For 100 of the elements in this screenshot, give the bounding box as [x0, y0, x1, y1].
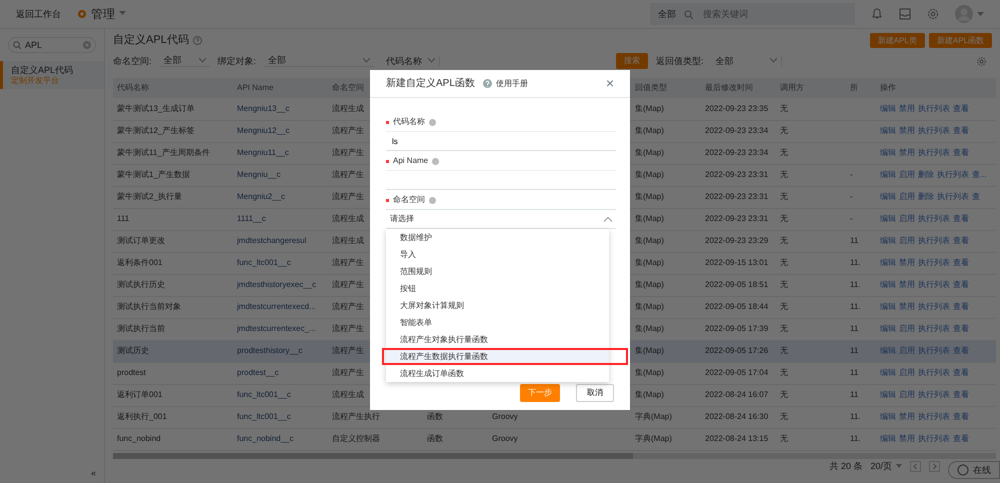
action-link[interactable]: 编辑 [880, 368, 896, 378]
action-link[interactable]: 启用 [899, 192, 915, 202]
action-link[interactable]: 执行列表 [918, 280, 950, 290]
cancel-button[interactable]: 取消 [576, 384, 614, 402]
dropdown-option[interactable]: 范围规则 [386, 263, 609, 280]
action-link[interactable]: 启用 [899, 368, 915, 378]
action-link[interactable]: 查看 [953, 434, 969, 444]
action-link[interactable]: 编辑 [880, 236, 896, 246]
action-link[interactable]: 执行列表 [918, 214, 950, 224]
action-link[interactable]: 启用 [899, 346, 915, 356]
action-link[interactable]: 禁用 [899, 104, 915, 113]
action-link[interactable]: 执行列表 [918, 236, 950, 246]
action-link[interactable]: 执行列表 [918, 258, 950, 268]
action-link[interactable]: 执行列表 [937, 170, 969, 180]
page-size-select[interactable]: 20/页 [870, 460, 902, 472]
action-link[interactable]: 禁用 [899, 280, 915, 290]
sidebar-search-field[interactable]: APL [8, 37, 96, 53]
inbox-icon[interactable] [899, 8, 911, 20]
settings-icon[interactable] [927, 8, 939, 20]
action-link[interactable]: 查看 [953, 214, 969, 224]
action-link[interactable]: 编辑 [880, 148, 896, 158]
help-link[interactable]: 使用手册 [482, 78, 528, 88]
action-link[interactable]: 编辑 [880, 214, 896, 224]
dropdown-option[interactable]: 智能表单 [386, 314, 609, 331]
filter-select[interactable]: 全部 [712, 56, 782, 66]
action-link[interactable]: 编辑 [880, 192, 896, 202]
action-link[interactable]: 执行列表 [918, 434, 950, 444]
action-link[interactable]: 启用 [899, 390, 915, 400]
chat-button[interactable]: 在线 [948, 461, 1000, 479]
action-link[interactable]: 查看 [953, 280, 969, 290]
action-link[interactable]: 执行列表 [918, 148, 950, 158]
collapse-button[interactable]: « [90, 468, 96, 478]
action-link[interactable]: 查... [972, 170, 987, 180]
dropdown-option[interactable]: 流程产生对象执行量函数 [386, 331, 609, 348]
action-link[interactable]: 禁用 [899, 434, 915, 444]
action-link[interactable]: 禁用 [899, 302, 915, 312]
filter-select[interactable]: 全部 [264, 55, 374, 67]
scope-select[interactable]: 全部 [658, 8, 676, 20]
action-link[interactable]: 查看 [953, 324, 969, 334]
action-link[interactable]: 查看 [953, 346, 969, 356]
action-link[interactable]: 删除 [918, 192, 934, 202]
action-link[interactable]: 编辑 [880, 346, 896, 356]
dropdown-option[interactable]: 按钮 [386, 280, 609, 297]
action-link[interactable]: 编辑 [880, 302, 896, 312]
action-link[interactable]: 编辑 [880, 280, 896, 290]
action-link[interactable]: 编辑 [880, 434, 896, 444]
action-link[interactable]: 执行列表 [918, 412, 950, 422]
action-link[interactable]: 执行列表 [918, 390, 950, 400]
action-link[interactable]: 执行列表 [937, 192, 969, 202]
action-link[interactable]: 查看 [953, 368, 969, 378]
action-link[interactable]: 执行列表 [918, 368, 950, 378]
action-link[interactable]: 编辑 [880, 170, 896, 180]
select-field[interactable]: 请选择 [386, 209, 616, 229]
action-link[interactable]: 执行列表 [918, 324, 950, 334]
dropdown-option[interactable]: 导入 [386, 246, 609, 263]
action-link[interactable]: 查看 [953, 104, 969, 113]
action-link[interactable]: 查看 [953, 126, 969, 136]
app-menu[interactable]: 管理 [91, 6, 115, 22]
text-field[interactable]: ls [386, 131, 616, 151]
action-link[interactable]: 启用 [899, 236, 915, 246]
action-link[interactable]: 查看 [953, 236, 969, 246]
action-link[interactable]: 查看 [953, 412, 969, 422]
next-button[interactable]: 下一步 [520, 384, 560, 402]
action-link[interactable]: 执行列表 [918, 126, 950, 136]
back-link[interactable]: 返回工作台 [16, 8, 61, 20]
field-select[interactable]: 代码名称 [382, 56, 440, 66]
action-link[interactable]: 编辑 [880, 126, 896, 136]
action-link[interactable]: 启用 [899, 324, 915, 334]
action-link[interactable]: 查看 [953, 302, 969, 312]
action-link[interactable]: 查看 [953, 390, 969, 400]
action-link[interactable]: 禁用 [899, 412, 915, 422]
action-link[interactable]: 启用 [899, 170, 915, 180]
dropdown-option[interactable]: 流程生成订单函数 [386, 365, 609, 382]
action-link[interactable]: 启用 [899, 214, 915, 224]
action-link[interactable]: 编辑 [880, 324, 896, 334]
action-link[interactable]: 编辑 [880, 412, 896, 422]
search-button[interactable]: 搜索 [616, 53, 648, 69]
dropdown-option[interactable]: 大屏对象计算规则 [386, 297, 609, 314]
action-link[interactable]: 查 [972, 192, 980, 202]
sidebar-item[interactable]: 自定义APL代码 定制开发平台 [0, 61, 104, 90]
action-link[interactable]: 编辑 [880, 390, 896, 400]
new-button[interactable]: 新建APL类 [870, 32, 925, 48]
action-link[interactable]: 编辑 [880, 104, 896, 113]
close-button[interactable]: × [606, 75, 614, 92]
filter-select[interactable]: 全部 [160, 55, 210, 67]
new-button[interactable]: 新建APL函数 [928, 32, 992, 48]
action-link[interactable]: 查看 [953, 148, 969, 158]
action-link[interactable]: 编辑 [880, 258, 896, 268]
clear-icon[interactable] [83, 41, 91, 49]
settings-icon[interactable] [977, 56, 986, 66]
dropdown-option[interactable]: 数据维护 [386, 229, 609, 246]
next-page-icon[interactable] [929, 460, 940, 472]
prev-page-icon[interactable] [910, 460, 921, 472]
action-link[interactable]: 禁用 [899, 126, 915, 136]
action-link[interactable]: 禁用 [899, 258, 915, 268]
bell-icon[interactable] [871, 8, 883, 20]
action-link[interactable]: 查看 [953, 258, 969, 268]
action-link[interactable]: 禁用 [899, 148, 915, 158]
action-link[interactable]: 删除 [918, 170, 934, 180]
action-link[interactable]: 执行列表 [918, 302, 950, 312]
